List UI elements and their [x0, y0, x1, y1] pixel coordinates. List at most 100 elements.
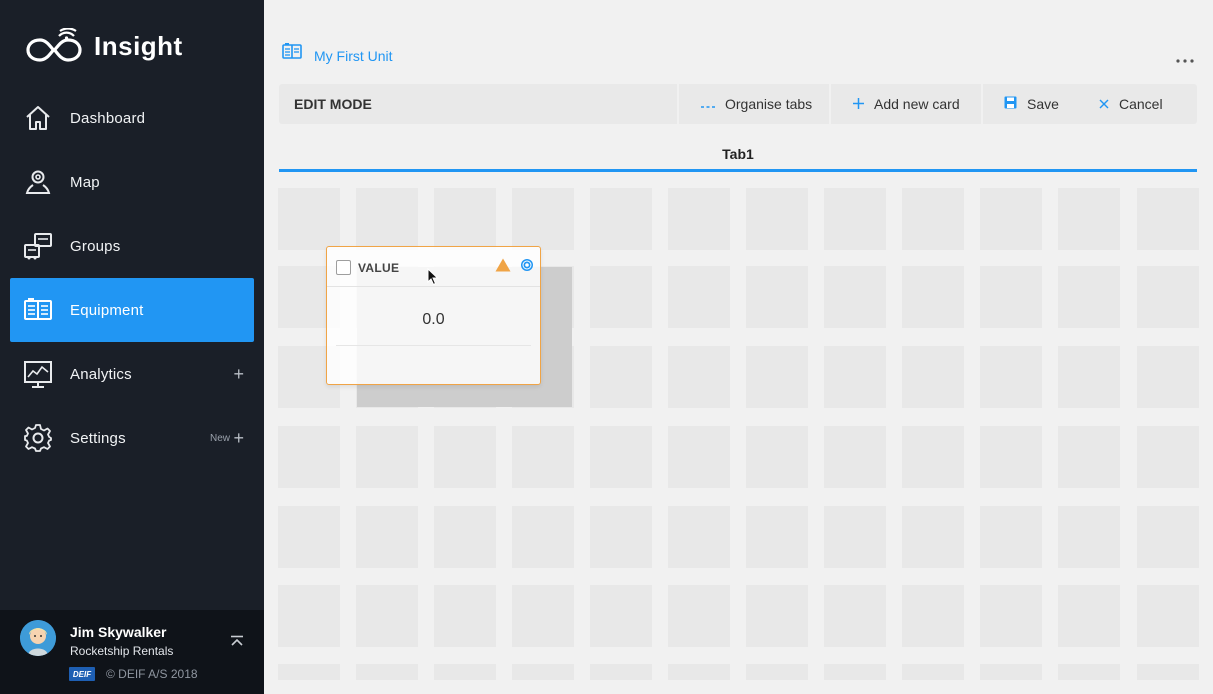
add-new-card-label: Add new card [874, 96, 960, 112]
grid-placeholder-cell [824, 506, 886, 568]
sidebar-item-groups[interactable]: Groups [10, 214, 254, 278]
grid-placeholder-cell [590, 506, 652, 568]
organise-tabs-label: Organise tabs [725, 96, 813, 112]
grid-placeholder-cell [746, 266, 808, 328]
avatar[interactable] [20, 620, 56, 656]
grid-placeholder-cell [824, 346, 886, 408]
user-panel: Jim Skywalker Rocketship Rentals DEIF © … [0, 610, 264, 694]
grid-placeholder-cell [356, 506, 418, 568]
grid-placeholder-cell [1137, 266, 1199, 328]
collapse-up-icon[interactable] [230, 634, 244, 652]
grid-placeholder-cell [1058, 188, 1120, 250]
grid-placeholder-cell [434, 506, 496, 568]
close-icon [1099, 96, 1109, 112]
grid-placeholder-cell [356, 426, 418, 488]
warning-icon [495, 258, 511, 277]
grid-placeholder-cell [512, 506, 574, 568]
save-icon [1004, 96, 1017, 112]
grid-placeholder-cell [746, 664, 808, 680]
grid-placeholder-cell [1137, 664, 1199, 680]
card-select-checkbox[interactable] [336, 260, 351, 275]
grid-placeholder-cell [590, 346, 652, 408]
card-settings-icon[interactable] [520, 258, 534, 277]
grid-placeholder-cell [278, 664, 340, 680]
app-logo[interactable]: Insight [26, 28, 183, 64]
grid-placeholder-cell [668, 664, 730, 680]
value-card[interactable]: VALUE 0.0 [326, 246, 541, 385]
grid-placeholder-cell [902, 266, 964, 328]
grid-placeholder-cell [902, 664, 964, 680]
tab-bar: Tab1 [279, 138, 1197, 172]
equipment-icon [282, 42, 302, 65]
grid-placeholder-cell [668, 266, 730, 328]
grid-placeholder-cell [746, 426, 808, 488]
grid-placeholder-cell [746, 506, 808, 568]
sidebar-item-label: Map [70, 173, 100, 191]
grid-placeholder-cell [824, 426, 886, 488]
organise-tabs-button[interactable]: Organise tabs [679, 84, 829, 124]
grid-placeholder-cell [434, 585, 496, 647]
edit-toolbar: EDIT MODE Organise tabs Add new card Sav… [279, 84, 1197, 124]
add-settings-button[interactable]: + [233, 428, 244, 449]
grid-placeholder-cell [824, 585, 886, 647]
sidebar-item-analytics[interactable]: Analytics + [10, 342, 254, 406]
app-name: Insight [94, 30, 183, 61]
grid-placeholder-cell [824, 188, 886, 250]
add-new-card-button[interactable]: Add new card [831, 84, 981, 124]
insight-logo-icon [26, 28, 82, 62]
tab-tab1[interactable]: Tab1 [279, 146, 1197, 162]
equipment-icon [23, 295, 53, 325]
grid-placeholder-cell [1058, 426, 1120, 488]
sidebar-item-map[interactable]: Map [10, 150, 254, 214]
grid-placeholder-cell [746, 585, 808, 647]
grid-placeholder-cell [668, 506, 730, 568]
grid-placeholder-cell [902, 585, 964, 647]
card-value: 0.0 [422, 311, 445, 328]
analytics-icon [23, 359, 53, 389]
sidebar-item-label: Analytics [70, 365, 132, 383]
grid-placeholder-cell [590, 664, 652, 680]
sidebar-item-settings[interactable]: Settings New + [10, 406, 254, 470]
save-label: Save [1027, 96, 1059, 112]
grid-placeholder-cell [434, 664, 496, 680]
groups-icon [23, 231, 53, 261]
plus-icon [853, 96, 864, 112]
grid-placeholder-cell [278, 506, 340, 568]
sidebar-item-label: Settings [70, 429, 126, 447]
add-analytics-button[interactable]: + [233, 364, 244, 385]
grid-placeholder-cell [278, 585, 340, 647]
grid-placeholder-cell [356, 188, 418, 250]
grid-placeholder-cell [1137, 426, 1199, 488]
grid-placeholder-cell [746, 346, 808, 408]
sidebar-item-dashboard[interactable]: Dashboard [10, 86, 254, 150]
grid-placeholder-cell [1058, 346, 1120, 408]
grid-placeholder-cell [980, 426, 1042, 488]
grid-placeholder-cell [902, 426, 964, 488]
grid-placeholder-cell [980, 266, 1042, 328]
grid-placeholder-cell [824, 266, 886, 328]
sidebar-item-label: Groups [70, 237, 121, 255]
grid-placeholder-cell [590, 426, 652, 488]
grid-placeholder-cell [512, 664, 574, 680]
grid-placeholder-cell [512, 585, 574, 647]
card-footer-divider [336, 345, 531, 346]
grid-placeholder-cell [1058, 266, 1120, 328]
cancel-button[interactable]: Cancel [1079, 84, 1197, 124]
grid-placeholder-cell [356, 585, 418, 647]
dashes-icon [701, 96, 715, 112]
grid-placeholder-cell [1137, 346, 1199, 408]
grid-placeholder-cell [980, 506, 1042, 568]
save-button[interactable]: Save [983, 84, 1079, 124]
home-icon [23, 103, 53, 133]
map-pin-icon [23, 167, 53, 197]
grid-placeholder-cell [1058, 585, 1120, 647]
sidebar-item-label: Dashboard [70, 109, 146, 127]
sidebar-item-equipment[interactable]: Equipment [10, 278, 254, 342]
grid-placeholder-cell [668, 426, 730, 488]
new-badge: New [209, 432, 230, 444]
grid-placeholder-cell [980, 346, 1042, 408]
more-options-icon[interactable] [1176, 50, 1194, 68]
unit-link[interactable]: My First Unit [314, 48, 393, 64]
grid-placeholder-cell [1058, 664, 1120, 680]
mouse-cursor-icon [427, 267, 439, 291]
